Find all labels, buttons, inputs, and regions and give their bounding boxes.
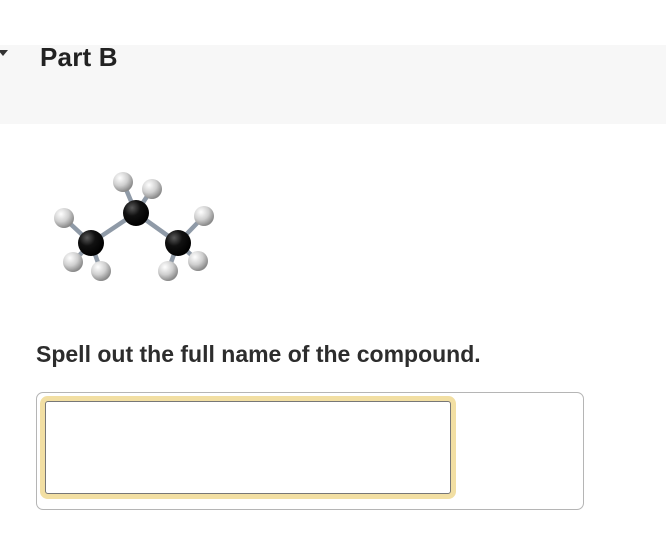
part-title: Part B — [40, 42, 118, 72]
hydrogen-atom — [91, 261, 111, 281]
carbon-atom — [123, 200, 149, 226]
hydrogen-atom — [113, 172, 133, 192]
molecule-model-image — [54, 172, 214, 281]
hydrogen-atom — [188, 251, 208, 271]
question-page: Part B Spell out the full name of the co… — [0, 0, 666, 540]
hydrogen-atom — [194, 206, 214, 226]
hydrogen-atom — [54, 208, 74, 228]
hydrogen-atom — [63, 252, 83, 272]
answer-input[interactable] — [45, 401, 451, 494]
hydrogen-atom — [158, 261, 178, 281]
bonds — [61, 179, 207, 274]
carbon-atom — [165, 230, 191, 256]
question-prompt: Spell out the full name of the compound. — [36, 341, 481, 367]
chevron-down-icon[interactable] — [0, 50, 8, 56]
hydrogen-atom — [142, 179, 162, 199]
carbon-atom — [78, 230, 104, 256]
